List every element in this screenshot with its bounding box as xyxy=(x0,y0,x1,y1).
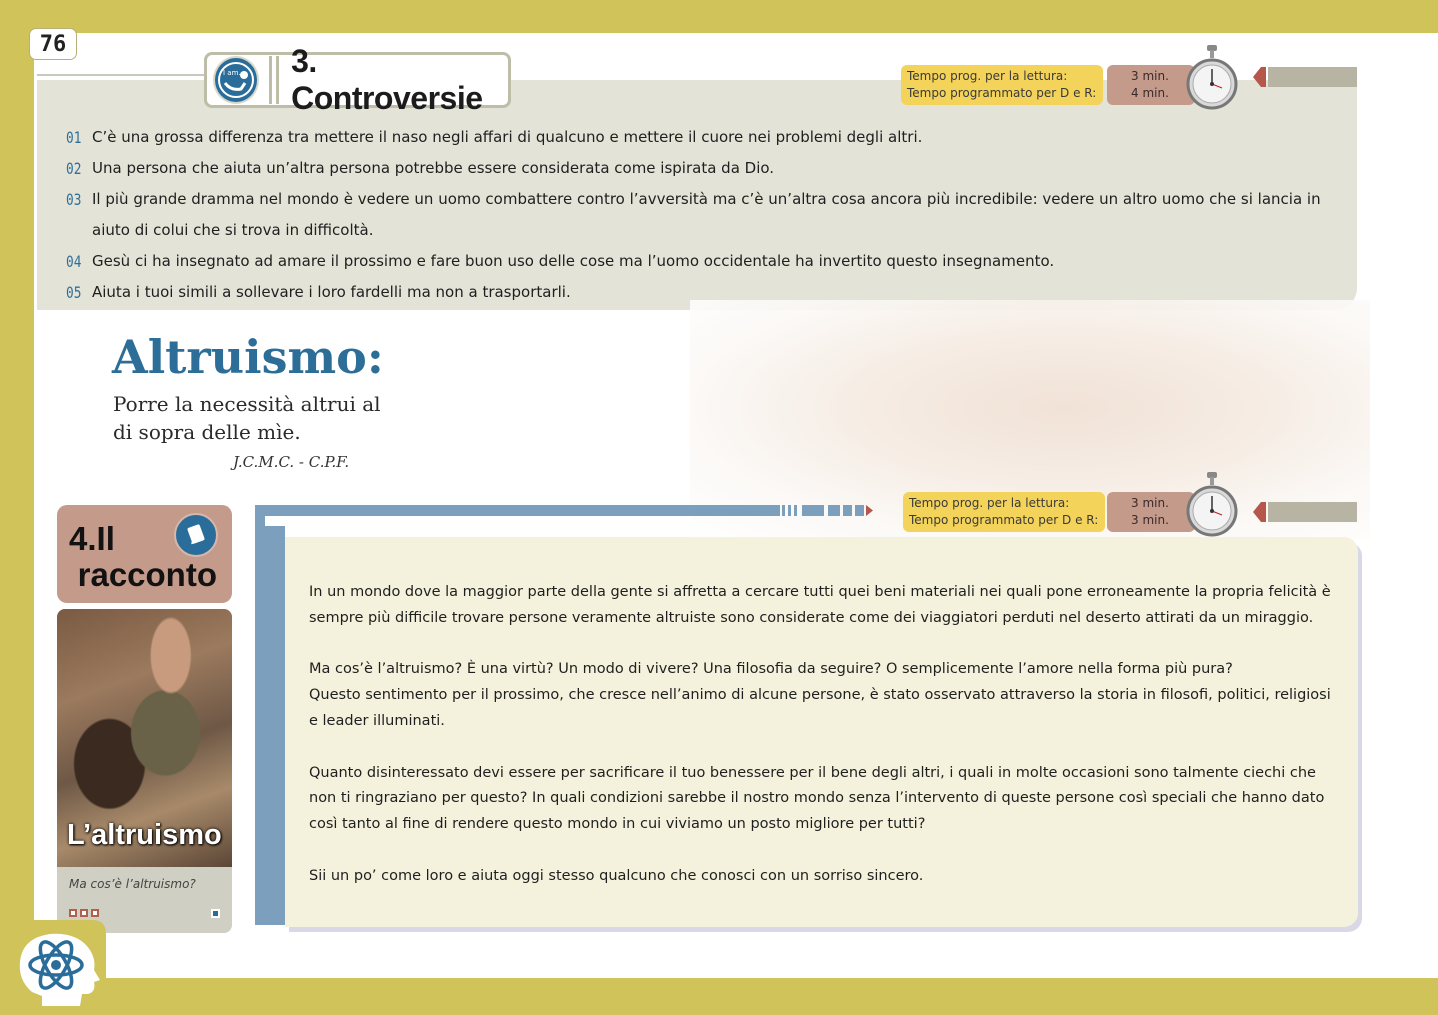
item-number: 02 xyxy=(66,159,82,178)
story-frame-corner xyxy=(265,516,285,526)
dot-icon xyxy=(91,909,99,917)
story-frame-top xyxy=(255,505,780,516)
reading-time-labels: Tempo prog. per la lettura: Tempo progra… xyxy=(903,492,1105,532)
title-separator xyxy=(276,56,280,104)
item-text: Il più grande dramma nel mondo è vedere … xyxy=(92,190,1321,239)
story-frame-side xyxy=(255,505,285,925)
dot-icon xyxy=(80,909,88,917)
item-text: Gesù ci ha insegnato ad amare il prossim… xyxy=(92,252,1055,270)
frame-dashes xyxy=(782,505,873,516)
iam-logo-icon: I am... xyxy=(213,56,260,104)
item-number: 04 xyxy=(66,252,82,271)
item-text: Aiuta i tuoi simili a sollevare i loro f… xyxy=(92,283,571,301)
controversie-list: 01 C’è una grossa differenza tra mettere… xyxy=(66,122,1336,308)
definition-text: Porre la necessità altrui al di sopra de… xyxy=(113,392,381,444)
stopwatch-icon xyxy=(1186,472,1238,537)
definition-author: J.C.M.C. - C.P.F. xyxy=(233,453,350,471)
definition-title: Altruismo: xyxy=(112,330,384,384)
racconto-title-line2: racconto xyxy=(77,556,217,593)
item-number: 05 xyxy=(66,283,82,302)
dot-icon xyxy=(69,909,77,917)
arrow-tag-icon xyxy=(1253,502,1357,522)
story-paragraph: Ma cos’è l’altruismo? È una virtù? Un mo… xyxy=(309,661,1233,678)
item-number: 01 xyxy=(66,128,82,147)
svg-text:I am...: I am... xyxy=(223,69,245,77)
page-number: 76 xyxy=(29,28,77,60)
stopwatch-icon xyxy=(1186,45,1238,110)
story-paragraph: In un mondo dove la maggior parte della … xyxy=(309,584,1331,626)
racconto-title-line1: 4.Il xyxy=(69,520,115,557)
list-item: 02 Una persona che aiuta un’altra person… xyxy=(66,153,1336,184)
arrow-tag-icon xyxy=(1253,67,1357,87)
reading-time-label: Tempo prog. per la lettura: xyxy=(909,496,1070,510)
story-text: In un mondo dove la maggior parte della … xyxy=(309,580,1339,915)
controversie-header: I am... 3. Controversie xyxy=(204,43,511,116)
atom-brain-icon xyxy=(12,920,106,1015)
reading-time-label: Tempo prog. per la lettura: xyxy=(907,69,1068,83)
dot-active-icon xyxy=(211,909,220,918)
discussion-time-label: Tempo programmato per D e R: xyxy=(907,86,1097,100)
story-paragraph: Quanto disinteressato devi essere per sa… xyxy=(309,764,1325,833)
reading-time-labels: Tempo prog. per la lettura: Tempo progra… xyxy=(901,65,1103,105)
discussion-time-label: Tempo programmato per D e R: xyxy=(909,513,1099,527)
header-divider xyxy=(37,74,207,76)
item-text: Una persona che aiuta un’altra persona p… xyxy=(92,159,775,177)
photo-subtitle: Ma cos’è l’altruismo? xyxy=(69,877,196,891)
list-item: 03 Il più grande dramma nel mondo è vede… xyxy=(66,184,1336,246)
time-values: 3 min. 3 min. xyxy=(1107,492,1195,532)
time-values: 3 min. 4 min. xyxy=(1107,65,1195,105)
item-text: C’è una grossa differenza tra mettere il… xyxy=(92,128,923,146)
list-item: 04 Gesù ci ha insegnato ad amare il pros… xyxy=(66,246,1336,277)
story-card[interactable]: L’altruismo Ma cos’è l’altruismo? xyxy=(57,609,232,933)
item-number: 03 xyxy=(66,190,82,209)
section-title: 3. Controversie xyxy=(291,43,483,116)
story-paragraph: Sii un po’ come loro e aiuta oggi stesso… xyxy=(309,867,924,884)
book-icon xyxy=(174,513,218,557)
title-separator xyxy=(269,56,273,104)
story-paragraph: Questo sentimento per il prossimo, che c… xyxy=(309,687,1331,729)
photo-caption: L’altruismo xyxy=(67,819,222,851)
pagination-dots xyxy=(69,909,99,917)
list-item: 01 C’è una grossa differenza tra mettere… xyxy=(66,122,1336,153)
